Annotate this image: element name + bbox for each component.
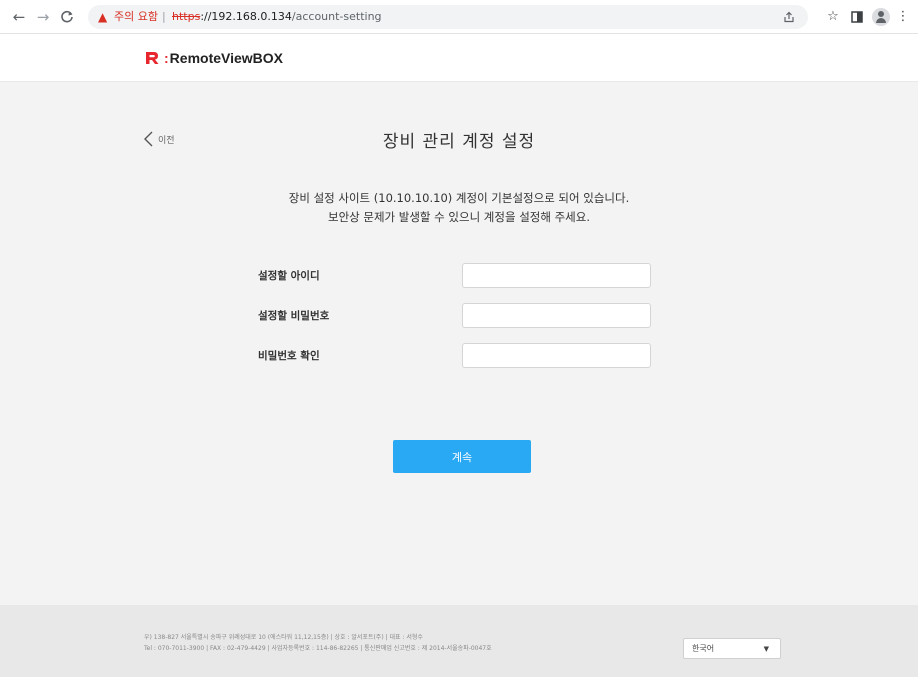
back-label: 이전 [158, 135, 175, 146]
form-row-password: 설정할 비밀번호 [258, 303, 658, 329]
new-id-label: 설정할 아이디 [258, 270, 320, 282]
address-bar[interactable]: ▲ 주의 요함 | https://192.168.0.134/account-… [88, 5, 808, 29]
new-id-input[interactable] [462, 263, 651, 288]
company-address: 우) 138-827 서울특별시 송파구 위례성대로 10 (에스타워 11,1… [144, 634, 423, 641]
caret-down-icon: ▼ [763, 645, 769, 653]
forward-arrow-icon[interactable]: → [32, 6, 54, 28]
menu-icon[interactable]: ⋮ [896, 6, 910, 28]
form-row-id: 설정할 아이디 [258, 263, 658, 289]
new-password-label: 설정할 비밀번호 [258, 310, 330, 322]
back-link[interactable]: 이전 [142, 129, 175, 149]
url-scheme: https [172, 10, 201, 23]
notice-message: 장비 설정 사이트 (10.10.10.10) 계정이 기본설정으로 되어 있습… [0, 189, 918, 227]
reload-icon[interactable] [56, 6, 78, 28]
confirm-password-input[interactable] [462, 343, 651, 368]
continue-button[interactable]: 계속 [393, 440, 531, 473]
url-text[interactable]: https://192.168.0.134/account-setting [172, 8, 382, 26]
site-footer: 우) 138-827 서울특별시 송파구 위례성대로 10 (에스타워 11,1… [0, 605, 918, 677]
logo-r-icon [144, 50, 160, 66]
language-selected-value: 한국어 [692, 644, 715, 653]
url-path: /account-setting [291, 10, 382, 23]
address-separator: | [162, 10, 166, 23]
logo-wordmark: :RemoteViewBOX [164, 50, 284, 66]
back-arrow-icon[interactable]: ← [8, 6, 30, 28]
main-content: 장비 관리 계정 설정 이전 장비 설정 사이트 (10.10.10.10) 계… [0, 83, 918, 605]
remoteviewbox-logo[interactable]: :RemoteViewBOX [144, 48, 283, 68]
company-info: 우) 138-827 서울특별시 송파구 위례성대로 10 (에스타워 11,1… [144, 632, 492, 654]
language-select[interactable]: 한국어 ▼ [683, 638, 781, 659]
company-contact: Tel : 070-7011-3900 | FAX : 02-479-4429 … [144, 645, 492, 652]
notice-line-2: 보안상 문제가 발생할 수 있으니 계정을 설정해 주세요. [327, 210, 590, 224]
bookmark-star-icon[interactable]: ☆ [822, 6, 844, 28]
page-title: 장비 관리 계정 설정 [382, 132, 536, 152]
form-row-confirm: 비밀번호 확인 [258, 343, 658, 369]
browser-toolbar: ← → ▲ 주의 요함 | https://192.168.0.134/acco… [0, 0, 918, 34]
new-password-input[interactable] [462, 303, 651, 328]
notice-line-1: 장비 설정 사이트 (10.10.10.10) 계정이 기본설정으로 되어 있습… [288, 191, 630, 205]
confirm-password-label: 비밀번호 확인 [258, 350, 320, 362]
site-header: :RemoteViewBOX [0, 34, 918, 82]
chevron-left-icon [144, 131, 153, 147]
share-icon[interactable] [780, 8, 798, 26]
security-warning-label[interactable]: 주의 요함 [114, 8, 158, 26]
not-secure-warning-icon[interactable]: ▲ [98, 8, 110, 26]
url-host: ://192.168.0.134 [200, 10, 292, 23]
profile-icon[interactable] [872, 8, 890, 26]
side-panel-icon[interactable] [846, 6, 868, 28]
